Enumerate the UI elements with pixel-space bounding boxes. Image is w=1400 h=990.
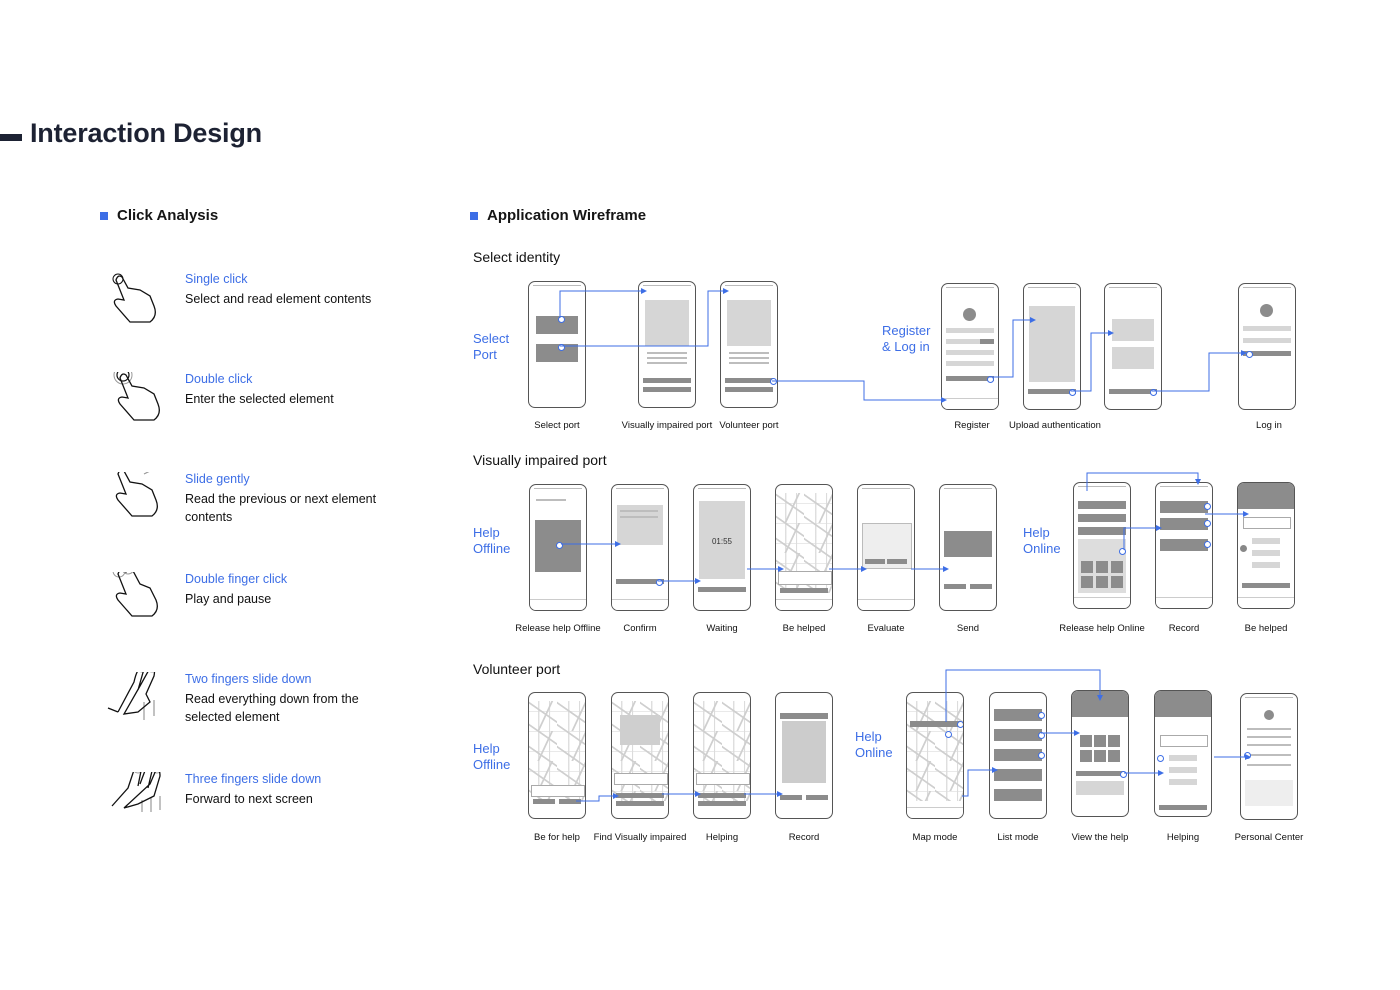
gesture-name: Single click	[185, 272, 248, 286]
screen-caption: Be for help	[534, 832, 580, 843]
screen-caption: Map mode	[912, 832, 958, 843]
screen-helping-offline[interactable]	[693, 692, 751, 819]
screen-release-help-online[interactable]	[1073, 482, 1131, 609]
gesture-name: Double click	[185, 372, 253, 386]
screen-caption: Send	[956, 623, 980, 634]
screen-select-port[interactable]	[528, 281, 586, 408]
gesture-double-click: Double click Enter the selected element	[104, 372, 434, 442]
row-title-select-identity: Select identity	[473, 249, 561, 265]
screen-caption: Record	[1168, 623, 1200, 634]
group-label-help-offline: Help Offline	[473, 525, 511, 556]
screen-send[interactable]	[939, 484, 997, 611]
screen-list-mode[interactable]	[989, 692, 1047, 819]
screen-record-online[interactable]	[1155, 482, 1213, 609]
screen-log-in[interactable]	[1238, 283, 1296, 410]
gesture-desc: Read the previous or next element conten…	[185, 492, 377, 524]
gesture-single-click: Single click Select and read element con…	[104, 272, 434, 342]
group-label-help-offline: Help Offline	[473, 741, 511, 772]
screen-helping-online[interactable]	[1154, 690, 1212, 817]
gesture-desc: Forward to next screen	[185, 792, 313, 806]
gesture-desc: Read everything down from the selected e…	[185, 692, 359, 724]
screen-caption: Be helped	[782, 623, 826, 634]
section-marker-icon	[100, 212, 108, 220]
screen-caption: Find Visually impaired	[593, 832, 687, 843]
screen-caption: Confirm	[623, 623, 657, 634]
screen-caption: Log in	[1256, 420, 1282, 431]
screen-personal-center[interactable]	[1240, 693, 1298, 820]
screen-caption: Evaluate	[867, 623, 905, 634]
screen-be-helped-online[interactable]	[1237, 482, 1295, 609]
screen-view-the-help[interactable]	[1071, 690, 1129, 817]
two-fingers-slide-hand-icon	[107, 672, 156, 720]
slide-gently-hand-icon	[115, 472, 158, 517]
flow-arrow	[1152, 350, 1247, 392]
waiting-timer: 01:55	[711, 537, 733, 546]
gesture-name: Three fingers slide down	[185, 772, 322, 786]
screen-caption: Visually impaired port	[621, 420, 713, 431]
three-fingers-slide-hand-icon	[111, 772, 161, 812]
gesture-double-finger-click: Double finger click Play and pause	[104, 572, 434, 642]
screen-record-offline[interactable]	[775, 692, 833, 819]
screen-register[interactable]	[941, 283, 999, 410]
screen-caption: Waiting	[706, 623, 738, 634]
flow-arrow	[772, 380, 947, 403]
screen-confirm[interactable]	[611, 484, 669, 611]
page-title: Interaction Design	[30, 118, 262, 148]
screen-release-help-offline[interactable]	[529, 484, 587, 611]
screen-caption: Register	[954, 420, 990, 431]
gesture-desc: Play and pause	[185, 592, 272, 606]
gesture-three-fingers-slide: Three fingers slide down Forward to next…	[104, 772, 434, 842]
screen-be-for-help[interactable]	[528, 692, 586, 819]
double-click-hand-icon	[113, 372, 160, 421]
single-click-hand-icon	[112, 273, 156, 323]
screen-caption: Release help Offline	[515, 623, 601, 634]
screen-visually-impaired-port[interactable]	[638, 281, 696, 408]
screen-caption: Helping	[705, 832, 739, 843]
screen-evaluate[interactable]	[857, 484, 915, 611]
gesture-desc: Enter the selected element	[185, 392, 334, 406]
double-finger-click-hand-icon	[112, 572, 158, 617]
row-title-visually-impaired: Visually impaired port	[473, 452, 607, 468]
screen-be-helped-offline[interactable]	[775, 484, 833, 611]
screen-caption: Release help Online	[1059, 623, 1145, 634]
gesture-name: Slide gently	[185, 472, 250, 486]
screen-upload-authentication[interactable]	[1023, 283, 1081, 410]
screen-volunteer-port[interactable]	[720, 281, 778, 408]
row-title-volunteer: Volunteer port	[473, 661, 561, 677]
screen-caption: Personal Center	[1234, 832, 1304, 843]
screen-caption: List mode	[997, 832, 1039, 843]
screen-find-visually-impaired[interactable]	[611, 692, 669, 819]
gesture-desc: Select and read element contents	[185, 292, 372, 306]
screen-waiting[interactable]: 01:55	[693, 484, 751, 611]
gesture-slide-gently: Slide gently Read the previous or next e…	[104, 472, 434, 542]
screen-caption: Upload authentication	[1009, 420, 1101, 431]
screen-map-mode[interactable]	[906, 692, 964, 819]
click-analysis-title: Click Analysis	[117, 207, 219, 224]
screen-caption: View the help	[1071, 832, 1129, 843]
screen-upload-authentication-2[interactable]	[1104, 283, 1162, 410]
screen-caption: Record	[788, 832, 820, 843]
title-accent-bar	[0, 134, 22, 141]
group-label-select-port: Select Port	[473, 331, 510, 362]
wireframe-title: Application Wireframe	[487, 207, 647, 224]
gesture-two-fingers-slide: Two fingers slide down Read everything d…	[104, 672, 434, 742]
screen-caption: Select port	[534, 420, 580, 431]
section-marker-icon	[470, 212, 478, 220]
screen-caption: Volunteer port	[719, 420, 779, 431]
screen-caption: Helping	[1166, 832, 1200, 843]
screen-caption: Be helped	[1244, 623, 1288, 634]
gesture-name: Two fingers slide down	[185, 672, 312, 686]
gesture-name: Double finger click	[185, 572, 288, 586]
group-label-register-login: Register & Log in	[882, 323, 931, 354]
